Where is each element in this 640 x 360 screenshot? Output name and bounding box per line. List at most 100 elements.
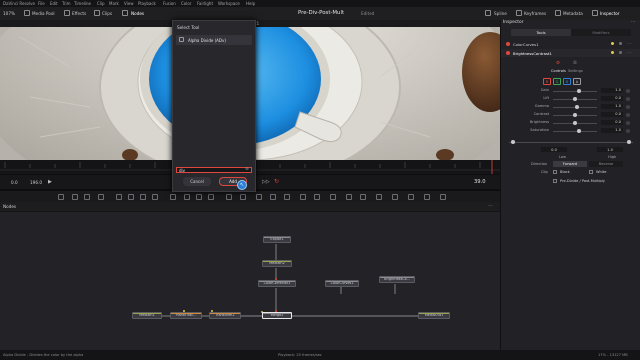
slider-knob[interactable] [575, 105, 580, 109]
tool-enable-icon[interactable] [506, 42, 510, 46]
sticky-tool-icon[interactable] [440, 194, 446, 200]
menu-help[interactable]: Help [246, 1, 255, 6]
node-mediaout1[interactable]: MediaOut1 [418, 312, 450, 319]
inspector-button[interactable]: Inspector [600, 11, 620, 16]
merge-tool-icon[interactable] [226, 194, 232, 200]
menu-fairlight[interactable]: Fairlight [197, 1, 213, 6]
slider-value-field[interactable]: 1.0 [601, 88, 623, 93]
ellipse-tool-icon[interactable] [140, 194, 146, 200]
clip-white-checkbox[interactable] [589, 170, 593, 174]
background-tool-icon[interactable] [58, 194, 64, 200]
menu-mark[interactable]: Mark [109, 1, 119, 6]
nodes-options-icon[interactable]: ⋯ [488, 203, 493, 209]
menu-trim[interactable]: Trim [62, 1, 71, 6]
direction-forward[interactable]: Forward [553, 161, 587, 167]
node-ellipse1[interactable]: Ellipse1 [263, 236, 291, 243]
direction-reverse[interactable]: Reverse [589, 161, 623, 167]
slider-knob[interactable] [573, 97, 577, 101]
tool-version-icon[interactable] [611, 51, 614, 54]
node-editor[interactable]: Ellipse1 MediaIn2 ColorCorrector1 ColorC… [0, 202, 500, 350]
range-low-value[interactable]: 0.0 [541, 147, 567, 152]
slider-reset-icon[interactable] [626, 121, 630, 125]
bspline-tool-icon[interactable] [128, 194, 134, 200]
transform-tool-icon[interactable] [240, 194, 246, 200]
node-planartracker[interactable]: PlanarTrac... [170, 312, 202, 319]
paint-tool-icon[interactable] [98, 194, 104, 200]
range-low-knob[interactable] [511, 140, 515, 144]
start-frame[interactable]: 0.0 [11, 180, 18, 185]
menu-view[interactable]: View [124, 1, 134, 6]
channel-tool-icon[interactable] [392, 194, 398, 200]
clear-search-icon[interactable]: ⊗ [245, 167, 249, 172]
node-merge2[interactable]: Merge2 [262, 312, 292, 319]
menu-clip[interactable]: Clip [97, 1, 105, 6]
channel-red[interactable]: R [543, 78, 551, 85]
tracker-tool-icon[interactable] [256, 194, 262, 200]
blur-tool-icon[interactable] [184, 194, 190, 200]
loop-icon[interactable]: ↻ [274, 178, 279, 185]
channel-blue[interactable]: B [563, 78, 571, 85]
menu-timeline[interactable]: Timeline [74, 1, 91, 6]
tool-enable-icon[interactable] [506, 51, 510, 55]
app-name[interactable]: DaVinci Resolve [3, 1, 35, 6]
slider-knob[interactable] [573, 121, 577, 125]
node-brightnesscontrast1[interactable]: BrightnessCo... [379, 276, 415, 283]
slider-track[interactable] [553, 131, 597, 132]
subtab-controls[interactable]: Controls [551, 69, 566, 73]
node-colorcurves1[interactable]: ColorCurves1 [325, 280, 359, 287]
slider-value-field[interactable]: 0.0 [601, 112, 623, 117]
tab-tools[interactable]: Tools [511, 29, 571, 36]
tool-header-colorcurves1[interactable]: ColorCurves1 ⋯ [501, 40, 640, 48]
tool-pin-icon[interactable] [619, 42, 622, 45]
media-pool-button[interactable]: Media Pool [32, 11, 55, 16]
clips-button[interactable]: Clips [102, 11, 112, 16]
metadata-button[interactable]: Metadata [563, 11, 583, 16]
menu-file[interactable]: File [38, 1, 45, 6]
effects-button[interactable]: Effects [72, 11, 86, 16]
channel-alpha[interactable]: A [573, 78, 581, 85]
node-colorcorrector1[interactable]: ColorCorrector1 [258, 280, 296, 287]
inspector-options-icon[interactable]: ⋯ [631, 19, 636, 25]
menu-playback[interactable]: Playback [138, 1, 156, 6]
tool-header-brightnesscontrast1[interactable]: BrightnessContrast1 ⋯ [501, 49, 640, 57]
slider-knob[interactable] [577, 89, 582, 93]
range-high-knob[interactable] [627, 140, 631, 144]
nodes-button[interactable]: Nodes [131, 11, 144, 16]
tool-reset-icon[interactable]: ⋯ [627, 41, 631, 46]
play-forward-icon[interactable]: ▷▷ [262, 179, 270, 185]
tool-pin-icon[interactable] [619, 51, 622, 54]
grid-tool-icon[interactable] [424, 194, 430, 200]
tab-modifiers[interactable]: Modifiers [571, 29, 631, 36]
menu-workspace[interactable]: Workspace [218, 1, 240, 6]
slider-value-field[interactable]: 0.0 [601, 120, 623, 125]
tool-version-icon[interactable] [611, 42, 614, 45]
slider-knob[interactable] [573, 113, 577, 117]
slider-value-field[interactable]: 0.0 [601, 96, 623, 101]
menu-fusion[interactable]: Fusion [163, 1, 176, 6]
menu-color[interactable]: Color [181, 1, 191, 6]
keyframes-button[interactable]: Keyframes [524, 11, 546, 16]
cancel-button[interactable]: Cancel [183, 177, 211, 186]
slider-reset-icon[interactable] [626, 129, 630, 133]
channel-green[interactable]: G [553, 78, 561, 85]
end-frame[interactable]: 196.0 [30, 180, 42, 185]
image-tool-icon[interactable] [72, 194, 78, 200]
planar-tool-icon[interactable] [270, 194, 276, 200]
slider-value-field[interactable]: 1.0 [601, 128, 623, 133]
curves-tool-icon[interactable] [208, 194, 214, 200]
slider-value-field[interactable]: 1.0 [601, 104, 623, 109]
node-mediain2[interactable]: MediaIn2 [262, 260, 292, 267]
range-track[interactable] [509, 142, 633, 143]
slider-reset-icon[interactable] [626, 97, 630, 101]
tool-search-input[interactable]: div ⊗ [176, 167, 252, 173]
node-mediain1[interactable]: MediaIn1 [132, 312, 162, 319]
slider-knob[interactable] [577, 129, 582, 133]
clip-black-checkbox[interactable] [553, 170, 557, 174]
zoom-level[interactable]: 107% [3, 11, 15, 16]
subtab-settings[interactable]: Settings [568, 69, 583, 73]
text-tool-icon[interactable] [84, 194, 90, 200]
pre-divide-checkbox[interactable] [553, 179, 557, 183]
slider-reset-icon[interactable] [626, 89, 630, 93]
3d-tool-icon[interactable] [330, 194, 336, 200]
menu-edit[interactable]: Edit [50, 1, 58, 6]
